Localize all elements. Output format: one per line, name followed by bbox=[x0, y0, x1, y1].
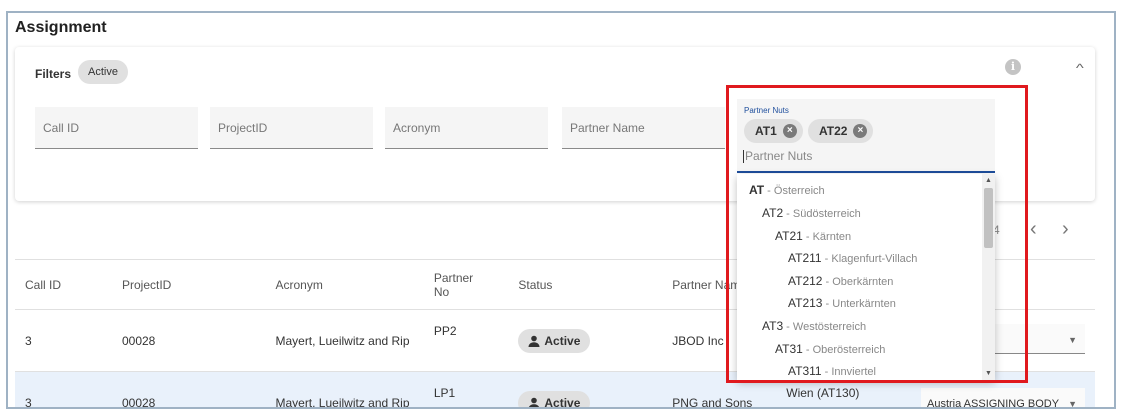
partner-nuts-select[interactable]: Partner Nuts AT1 × AT22 × Partner Nuts bbox=[737, 99, 995, 173]
nuts-chip-label: AT1 bbox=[755, 124, 777, 138]
status-badge: Active bbox=[518, 328, 591, 353]
person-icon bbox=[529, 397, 540, 407]
option-code: AT213 bbox=[788, 296, 823, 310]
option-sep: - bbox=[783, 208, 793, 220]
project-id-filter[interactable]: ProjectID bbox=[210, 107, 373, 149]
option-name: Unterkärnten bbox=[832, 298, 896, 310]
chevron-right-icon[interactable]: › bbox=[1062, 218, 1069, 241]
close-icon[interactable]: × bbox=[853, 124, 868, 138]
page-title: Assignment bbox=[15, 19, 107, 36]
status-badge: Active bbox=[518, 390, 591, 409]
assigning-body-select[interactable]: Austria ASSIGNING BODY ▼ bbox=[921, 387, 1085, 409]
nuts-option-at31[interactable]: AT31 - Oberösterreich bbox=[775, 342, 885, 356]
option-code: AT2 bbox=[762, 206, 784, 220]
partner-nuts-input[interactable]: Partner Nuts bbox=[743, 150, 812, 163]
nuts-chip-at1[interactable]: AT1 × bbox=[744, 119, 803, 143]
header-partner-no-line2: No bbox=[433, 284, 450, 299]
cell-call-id: 3 bbox=[15, 371, 112, 407]
nuts-option-at212[interactable]: AT212 - Oberkärnten bbox=[788, 274, 893, 288]
option-sep: - bbox=[802, 344, 813, 356]
call-id-filter[interactable]: Call ID bbox=[35, 107, 198, 149]
chevron-up-icon[interactable]: ^ bbox=[1076, 61, 1084, 75]
options-scrollbar[interactable]: ▲ ▼ bbox=[982, 174, 995, 380]
nuts-option-at311[interactable]: AT311 - Innviertel bbox=[788, 364, 876, 378]
status-label: Active bbox=[544, 395, 581, 409]
partner-nuts-options: AT - Österreich AT2 - Südösterreich AT21… bbox=[737, 174, 995, 380]
nuts-chip-label: AT22 bbox=[819, 124, 848, 138]
close-icon[interactable]: × bbox=[782, 124, 797, 138]
cell-call-id: 3 bbox=[15, 309, 112, 372]
option-code: AT212 bbox=[788, 274, 823, 288]
nuts-option-at211[interactable]: AT211 - Klagenfurt-Villach bbox=[788, 251, 917, 265]
person-icon bbox=[528, 335, 540, 347]
option-sep: - bbox=[783, 321, 793, 333]
header-partner-no[interactable]: Partner No bbox=[423, 259, 509, 310]
option-code: AT3 bbox=[762, 319, 784, 333]
option-code: AT bbox=[749, 183, 765, 197]
status-label: Active bbox=[544, 333, 581, 348]
option-name: Oberösterreich bbox=[812, 344, 886, 356]
cell-acronym: Mayert, Lueilwitz and Rip bbox=[265, 371, 424, 407]
partner-name-filter[interactable]: Partner Name bbox=[562, 107, 725, 149]
option-name: Innviertel bbox=[831, 366, 876, 378]
filters-label: Filters bbox=[35, 67, 72, 81]
option-name: Südösterreich bbox=[792, 208, 861, 220]
chevron-left-icon[interactable]: ‹ bbox=[1030, 218, 1037, 241]
caret-down-icon: ▼ bbox=[1068, 335, 1077, 345]
cell-project-id: 00028 bbox=[111, 309, 266, 372]
scroll-up-arrow-icon[interactable]: ▲ bbox=[985, 177, 992, 184]
option-code: AT31 bbox=[775, 342, 803, 356]
cell-project-id: 00028 bbox=[111, 371, 266, 407]
header-partner-no-line1: Partner bbox=[433, 270, 474, 285]
cell-status: Active bbox=[508, 371, 663, 409]
option-code: AT21 bbox=[775, 229, 803, 243]
option-sep: - bbox=[802, 231, 813, 243]
nuts-option-at[interactable]: AT - Österreich bbox=[749, 183, 825, 197]
scrollbar-thumb[interactable] bbox=[984, 188, 993, 248]
option-sep: - bbox=[821, 253, 832, 265]
active-filter-chip[interactable]: Active bbox=[78, 60, 128, 84]
nuts-chip-at22[interactable]: AT22 × bbox=[808, 119, 874, 143]
option-name: Oberkärnten bbox=[832, 276, 894, 288]
option-name: Westösterreich bbox=[792, 321, 867, 333]
option-code: AT211 bbox=[788, 251, 822, 265]
header-acronym[interactable]: Acronym bbox=[265, 259, 424, 310]
partner-nuts-label: Partner Nuts bbox=[744, 106, 789, 115]
header-call-id[interactable]: Call ID bbox=[15, 259, 112, 310]
cell-partner-no: PP2 bbox=[423, 309, 509, 372]
assigning-body-value: Austria ASSIGNING BODY bbox=[927, 397, 1060, 409]
cell-status: Active bbox=[508, 309, 663, 372]
caret-down-icon: ▼ bbox=[1068, 398, 1077, 409]
header-status[interactable]: Status bbox=[508, 259, 663, 310]
nuts-option-at213[interactable]: AT213 - Unterkärnten bbox=[788, 296, 896, 310]
option-sep: - bbox=[821, 366, 832, 378]
option-code: AT311 bbox=[788, 364, 822, 378]
cell-acronym: Mayert, Lueilwitz and Rip bbox=[265, 309, 424, 372]
option-sep: - bbox=[764, 185, 774, 197]
nuts-option-at2[interactable]: AT2 - Südösterreich bbox=[762, 206, 861, 220]
option-sep: - bbox=[822, 276, 833, 288]
option-name: Klagenfurt-Villach bbox=[831, 253, 918, 265]
option-name: Kärnten bbox=[812, 231, 852, 243]
option-sep: - bbox=[822, 298, 833, 310]
acronym-filter[interactable]: Acronym bbox=[385, 107, 548, 149]
cell-partner-no: LP1 bbox=[423, 371, 509, 407]
option-name: Österreich bbox=[773, 185, 825, 197]
info-icon[interactable]: i bbox=[1005, 59, 1021, 75]
nuts-option-at3[interactable]: AT3 - Westösterreich bbox=[762, 319, 866, 333]
nuts-option-at21[interactable]: AT21 - Kärnten bbox=[775, 229, 851, 243]
scroll-down-arrow-icon[interactable]: ▼ bbox=[985, 370, 992, 377]
header-project-id[interactable]: ProjectID bbox=[111, 259, 266, 310]
